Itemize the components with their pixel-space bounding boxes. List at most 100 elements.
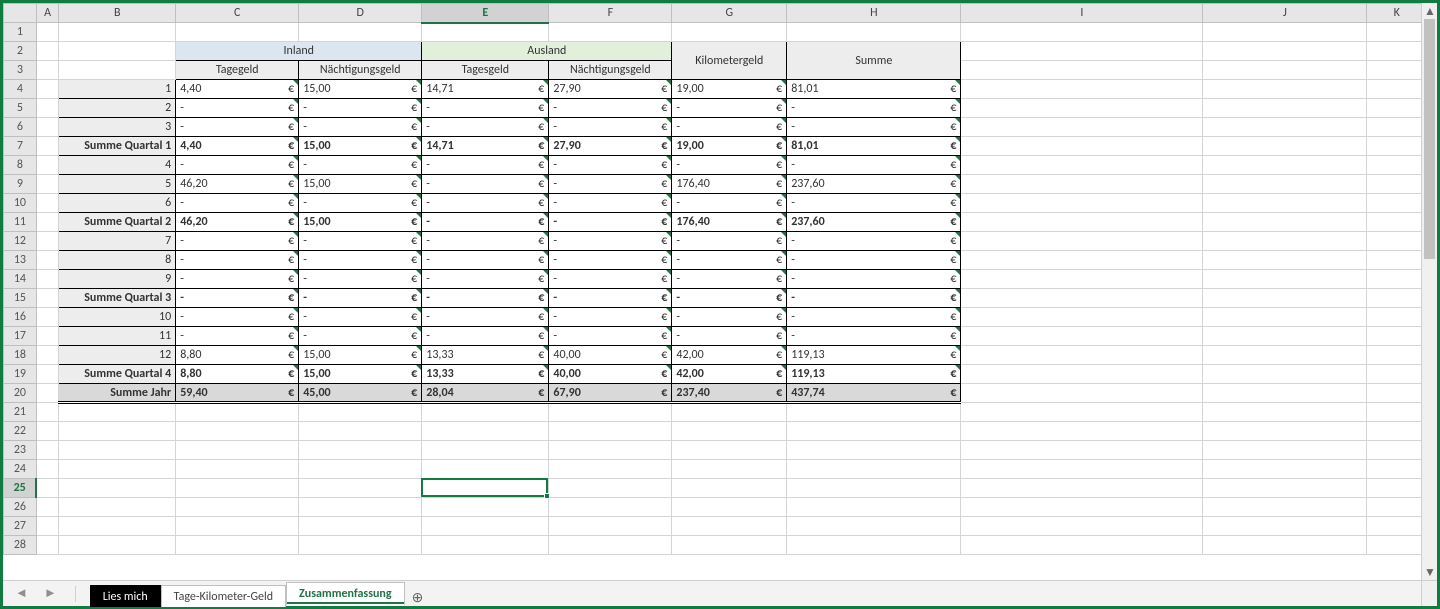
cell-E11[interactable]: -€ <box>422 213 549 232</box>
cell-G13[interactable]: -€ <box>672 251 787 270</box>
cell-A3[interactable] <box>36 61 59 80</box>
cell[interactable] <box>961 479 1203 498</box>
cell[interactable] <box>1203 156 1367 175</box>
cell-G8[interactable]: -€ <box>672 156 787 175</box>
label-jahr[interactable]: Summe Jahr <box>59 384 176 403</box>
cell-F16[interactable]: -€ <box>549 308 672 327</box>
cell[interactable] <box>1367 213 1421 232</box>
cell[interactable] <box>1367 42 1421 61</box>
row-header-7[interactable]: 7 <box>4 137 37 156</box>
cell[interactable] <box>787 517 961 536</box>
cell[interactable] <box>1367 327 1421 346</box>
cell[interactable] <box>299 422 422 441</box>
cell[interactable] <box>549 403 672 422</box>
row-header-10[interactable]: 10 <box>4 194 37 213</box>
cell[interactable] <box>59 517 176 536</box>
cell-D13[interactable]: -€ <box>299 251 422 270</box>
cell-C9[interactable]: 46,20€ <box>176 175 299 194</box>
cell[interactable] <box>1203 327 1367 346</box>
cell-G12[interactable]: -€ <box>672 232 787 251</box>
cell[interactable] <box>1203 384 1367 403</box>
cell[interactable] <box>59 536 176 555</box>
cell[interactable] <box>961 517 1203 536</box>
cell[interactable] <box>787 536 961 555</box>
cell[interactable] <box>36 460 59 479</box>
cell-D12[interactable]: -€ <box>299 232 422 251</box>
cell-F10[interactable]: -€ <box>549 194 672 213</box>
col-header-G[interactable]: G <box>672 4 787 23</box>
cell[interactable] <box>787 498 961 517</box>
cell[interactable] <box>59 460 176 479</box>
cell-D16[interactable]: -€ <box>299 308 422 327</box>
spreadsheet-grid[interactable]: A B C D E F G H I J K 12InlandAuslandKil… <box>3 3 1421 580</box>
month-3[interactable]: 3 <box>59 118 176 137</box>
cell-H13[interactable]: -€ <box>787 251 961 270</box>
cell-F14[interactable]: -€ <box>549 270 672 289</box>
row-header-8[interactable]: 8 <box>4 156 37 175</box>
cell[interactable] <box>961 327 1203 346</box>
cell-A5[interactable] <box>36 99 59 118</box>
cell[interactable] <box>299 403 422 422</box>
month-9[interactable]: 9 <box>59 270 176 289</box>
cell[interactable] <box>1203 403 1367 422</box>
cell[interactable] <box>549 536 672 555</box>
row-header-17[interactable]: 17 <box>4 327 37 346</box>
cell-F6[interactable]: -€ <box>549 118 672 137</box>
cell-D15[interactable]: -€ <box>299 289 422 308</box>
cell-D4[interactable]: 15,00€ <box>299 80 422 99</box>
cell[interactable] <box>1203 61 1367 80</box>
row-header-25[interactable]: 25 <box>4 479 37 498</box>
month-7[interactable]: 7 <box>59 232 176 251</box>
cell[interactable] <box>299 460 422 479</box>
cell-E7[interactable]: 14,71€ <box>422 137 549 156</box>
cell-G10[interactable]: -€ <box>672 194 787 213</box>
label-q3[interactable]: Summe Quartal 3 <box>59 289 176 308</box>
cell-D5[interactable]: -€ <box>299 99 422 118</box>
cell[interactable] <box>299 517 422 536</box>
cell[interactable] <box>1367 175 1421 194</box>
cell-C14[interactable]: -€ <box>176 270 299 289</box>
cell-G16[interactable]: -€ <box>672 308 787 327</box>
header-ausland[interactable]: Ausland <box>422 42 672 61</box>
cell-C5[interactable]: -€ <box>176 99 299 118</box>
row-header-27[interactable]: 27 <box>4 517 37 536</box>
cell-C18[interactable]: 8,80€ <box>176 346 299 365</box>
cell[interactable] <box>1203 365 1367 384</box>
cell[interactable] <box>176 403 299 422</box>
cell[interactable] <box>59 422 176 441</box>
cell-H14[interactable]: -€ <box>787 270 961 289</box>
cell-H4[interactable]: 81,01€ <box>787 80 961 99</box>
column-headers[interactable]: A B C D E F G H I J K <box>4 4 1422 23</box>
row-header-6[interactable]: 6 <box>4 118 37 137</box>
cell[interactable] <box>1203 498 1367 517</box>
cell[interactable] <box>1203 536 1367 555</box>
cell-G18[interactable]: 42,00€ <box>672 346 787 365</box>
cell-G17[interactable]: -€ <box>672 327 787 346</box>
cell-G11[interactable]: 176,40€ <box>672 213 787 232</box>
cell-A13[interactable] <box>36 251 59 270</box>
col-header-J[interactable]: J <box>1203 4 1367 23</box>
cell-H16[interactable]: -€ <box>787 308 961 327</box>
cell-G7[interactable]: 19,00€ <box>672 137 787 156</box>
cell[interactable] <box>1367 365 1421 384</box>
col-header-D[interactable]: D <box>299 4 422 23</box>
cell[interactable] <box>1367 498 1421 517</box>
header-kilometer[interactable]: Kilometergeld <box>672 42 787 80</box>
cell-C7[interactable]: 4,40€ <box>176 137 299 156</box>
cell[interactable] <box>1367 517 1421 536</box>
cell-F17[interactable]: -€ <box>549 327 672 346</box>
cell-C16[interactable]: -€ <box>176 308 299 327</box>
cell[interactable] <box>176 517 299 536</box>
cell[interactable] <box>672 422 787 441</box>
row-header-3[interactable]: 3 <box>4 61 37 80</box>
sheet-tab-tage-kilometer-geld[interactable]: Tage-Kilometer-Geld <box>161 585 286 607</box>
cell[interactable] <box>787 441 961 460</box>
cell[interactable] <box>672 23 787 42</box>
cell[interactable] <box>961 156 1203 175</box>
cell[interactable] <box>299 536 422 555</box>
cell[interactable] <box>1367 80 1421 99</box>
header-inland[interactable]: Inland <box>176 42 422 61</box>
cell-H10[interactable]: -€ <box>787 194 961 213</box>
header-summe[interactable]: Summe <box>787 42 961 80</box>
cell-E14[interactable]: -€ <box>422 270 549 289</box>
